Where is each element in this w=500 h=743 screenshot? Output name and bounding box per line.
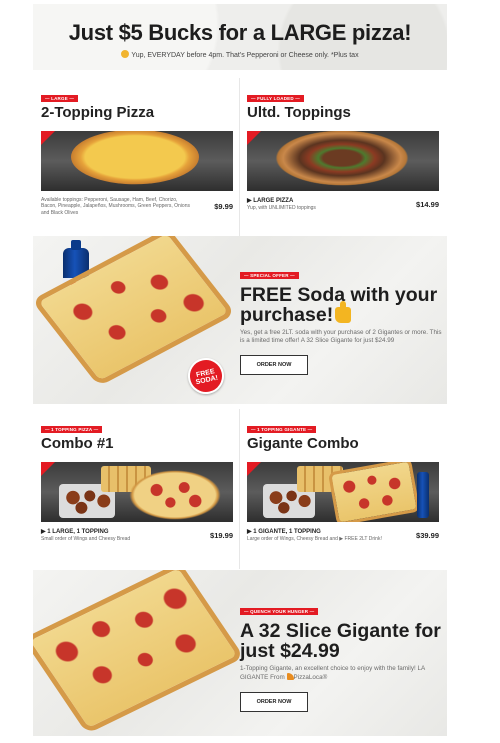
order-now-button[interactable]: ORDER NOW [240, 692, 308, 713]
promo-free-soda: pepsi FREE SODA! — SPECIAL OFFER — FREE … [33, 236, 447, 404]
product-card-gigante-combo[interactable]: — 1 TOPPING GIGANTE — Gigante Combo ▶ 1 … [247, 409, 439, 569]
product-name: 2-Topping Pizza [41, 104, 155, 121]
product-price: $14.99 [416, 200, 439, 209]
grin-emoji-icon [121, 50, 130, 58]
divider [239, 409, 240, 569]
brand-name: PizzaLoca® [293, 674, 328, 682]
product-description: Available toppings: Pepperoni, Sausage, … [41, 197, 190, 216]
product-photo [41, 462, 233, 522]
promo-body: 1-Topping Gigante, an excellent choice t… [240, 665, 445, 682]
promo-tag: — SPECIAL OFFER — [240, 272, 299, 279]
order-now-button[interactable]: ORDER NOW [240, 355, 308, 376]
product-name: Ultd. Toppings [247, 104, 351, 121]
product-size: ▶ 1 GIGANTE, 1 TOPPING [247, 529, 321, 535]
product-tag: — FULLY LOADED — [247, 95, 304, 102]
product-name: Gigante Combo [247, 435, 359, 452]
product-price: $9.99 [214, 202, 233, 211]
pizza-image [275, 131, 409, 186]
product-card-ultd-toppings[interactable]: — FULLY LOADED — Ultd. Toppings ▶ LARGE … [247, 78, 439, 238]
promo-body-text: 1-Topping Gigante, an excellent choice t… [240, 665, 425, 682]
product-price: $39.99 [416, 531, 439, 540]
product-photo [41, 131, 233, 191]
pepsi-bottle-image [417, 472, 429, 518]
product-card-2-topping-pizza[interactable]: — LARGE — 2-Topping Pizza Available topp… [41, 78, 233, 238]
red-corner-accent [247, 462, 261, 476]
banner-subtitle: Yup, EVERYDAY before 4pm. That's Peppero… [33, 50, 447, 59]
product-size: ▶ 1 LARGE, 1 TOPPING [41, 529, 109, 535]
product-tag: — 1 TOPPING GIGANTE — [247, 426, 317, 433]
promo-banner: Just $5 Bucks for a LARGE pizza! Yup, EV… [33, 4, 447, 70]
badge-text: FREE SODA! [195, 368, 219, 387]
promo-copy: — SPECIAL OFFER — FREE Soda with your pu… [240, 264, 445, 376]
product-tag: — LARGE — [41, 95, 79, 102]
product-name: Combo #1 [41, 435, 114, 452]
red-corner-accent [41, 462, 55, 476]
promo-body: Yes, get a free 2LT. soda with your purc… [240, 329, 442, 345]
product-photo [247, 462, 439, 522]
product-size: ▶ LARGE PIZZA [247, 198, 294, 204]
divider [239, 78, 240, 238]
product-tag: — 1 TOPPING PIZZA — [41, 426, 103, 433]
page: Just $5 Bucks for a LARGE pizza! Yup, EV… [0, 0, 500, 743]
product-price: $19.99 [210, 531, 233, 540]
red-corner-accent [247, 131, 261, 145]
promo-tag: — QUENCH YOUR HUNGER — [240, 608, 319, 615]
pizza-image [129, 470, 221, 520]
product-detail: Large order of Wings, Cheesy Bread and ▶… [247, 536, 382, 542]
promo-gigante: — QUENCH YOUR HUNGER — A 32 Slice Gigant… [33, 570, 447, 736]
product-card-combo-1[interactable]: — 1 TOPPING PIZZA — Combo #1 ▶ 1 LARGE, … [41, 409, 233, 569]
banner-subtitle-text: Yup, EVERYDAY before 4pm. That's Peppero… [131, 52, 359, 59]
red-corner-accent [41, 131, 55, 145]
product-photo [247, 131, 439, 191]
gigante-pizza-image [33, 570, 238, 728]
thumbs-up-icon [335, 300, 352, 323]
promo-headline: FREE Soda with your purchase! [240, 285, 445, 325]
product-detail: Small order of Wings and Cheesy Bread [41, 536, 131, 542]
product-row-1: — LARGE — 2-Topping Pizza Available topp… [33, 78, 447, 238]
product-row-2: — 1 TOPPING PIZZA — Combo #1 ▶ 1 LARGE, … [33, 409, 447, 569]
pizza-image [71, 131, 199, 185]
gigante-pizza-image [331, 462, 417, 522]
banner-title: Just $5 Bucks for a LARGE pizza! [68, 20, 412, 45]
free-soda-badge: FREE SODA! [184, 354, 228, 398]
promo-headline: A 32 Slice Gigante for just $24.99 [240, 620, 441, 662]
promo-copy: — QUENCH YOUR HUNGER — A 32 Slice Gigant… [240, 600, 445, 713]
product-detail: Yup, with UNLIMITED toppings [247, 205, 316, 211]
pizza-slice-icon [286, 673, 294, 681]
